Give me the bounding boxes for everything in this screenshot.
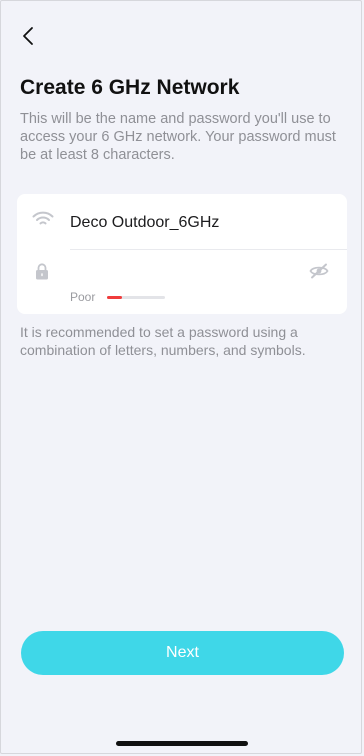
network-name-field[interactable]: Deco Outdoor_6GHz bbox=[70, 214, 219, 232]
page-description: This will be the name and password you'l… bbox=[20, 111, 336, 163]
password-strength-fill bbox=[107, 296, 122, 299]
lock-icon bbox=[36, 263, 48, 280]
chevron-left-icon bbox=[23, 27, 33, 45]
network-form-card: Deco Outdoor_6GHz Poor bbox=[17, 194, 347, 314]
next-button[interactable]: Next bbox=[21, 631, 344, 675]
page-title: Create 6 GHz Network bbox=[20, 76, 240, 99]
password-strength-label: Poor bbox=[70, 290, 96, 304]
password-hint: It is recommended to set a password usin… bbox=[20, 324, 306, 358]
home-indicator bbox=[116, 741, 248, 746]
field-divider bbox=[70, 249, 347, 250]
eye-hidden-icon[interactable] bbox=[309, 263, 329, 279]
wifi-icon bbox=[32, 211, 54, 225]
password-strength-bar bbox=[107, 296, 165, 299]
back-button[interactable] bbox=[14, 22, 42, 50]
password-field[interactable] bbox=[70, 256, 290, 286]
